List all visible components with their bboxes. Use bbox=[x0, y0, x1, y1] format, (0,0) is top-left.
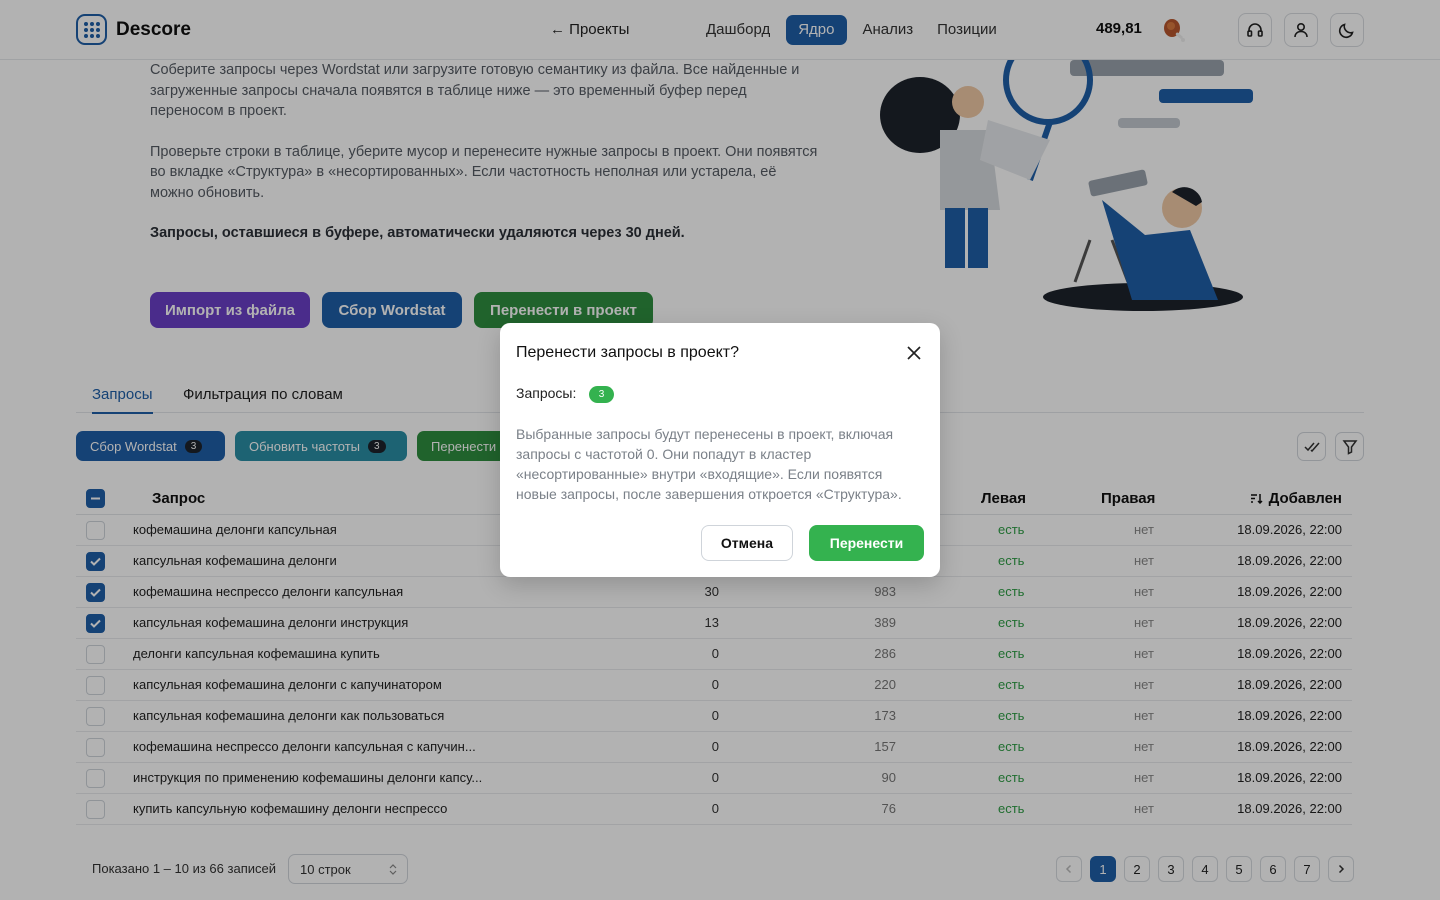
cancel-button[interactable]: Отмена bbox=[701, 525, 793, 561]
dialog-description: Выбранные запросы будут перенесены в про… bbox=[516, 426, 902, 502]
transfer-confirm-dialog: Перенести запросы в проект? Запросы: 3 В… bbox=[500, 323, 940, 577]
dialog-count-label: Запросы: bbox=[516, 385, 577, 401]
confirm-transfer-button[interactable]: Перенести bbox=[809, 525, 924, 561]
dialog-title: Перенести запросы в проект? bbox=[516, 344, 739, 361]
close-icon[interactable] bbox=[905, 344, 923, 362]
dialog-count-badge: 3 bbox=[589, 386, 614, 403]
